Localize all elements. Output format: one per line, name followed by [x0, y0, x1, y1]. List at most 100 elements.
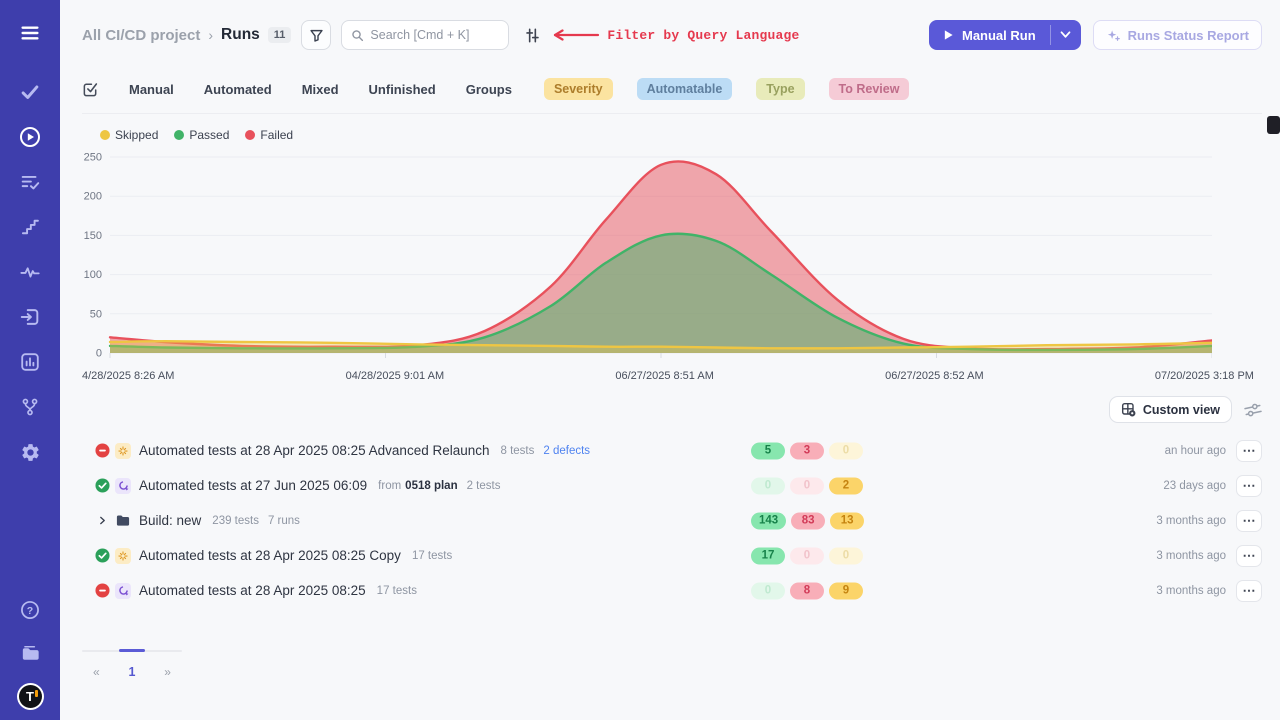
sidebar: ? T: [0, 0, 60, 720]
legend-label: Skipped: [115, 128, 158, 142]
svg-text:250: 250: [84, 152, 102, 164]
defects-link[interactable]: 2 defects: [543, 445, 590, 457]
settings-gear-icon[interactable]: [17, 439, 43, 465]
tab-unfinished[interactable]: Unfinished: [369, 82, 436, 97]
skipped-count-badge: 2: [829, 477, 863, 494]
avatar-letter: T: [26, 689, 34, 704]
sidebar-nav: [17, 79, 43, 465]
run-row[interactable]: Automated tests at 28 Apr 2025 08:25 Cop…: [82, 538, 1262, 573]
passed-count-badge: 5: [751, 442, 785, 459]
x-axis-label: 07/20/2025 3:18 PM: [1155, 370, 1254, 382]
run-meta-text: 17 tests: [412, 550, 452, 562]
manual-run-dropdown[interactable]: [1051, 20, 1081, 50]
custom-view-button[interactable]: Custom view: [1109, 396, 1232, 423]
passed-circle-icon: [94, 548, 110, 564]
integrations-icon[interactable]: [17, 394, 43, 420]
query-filters-icon[interactable]: [524, 27, 541, 44]
chart-x-axis: 4/28/2025 8:26 AM04/28/2025 9:01 AM06/27…: [82, 370, 1254, 382]
tab-automated[interactable]: Automated: [204, 82, 272, 97]
help-icon[interactable]: ?: [17, 597, 43, 623]
play-icon: [943, 29, 954, 41]
pagination-active-indicator: [119, 649, 145, 652]
header-actions: Manual Run Runs Status Report: [929, 20, 1262, 50]
run-row[interactable]: Automated tests at 27 Jun 2025 06:09from…: [82, 468, 1262, 503]
inbox-icon[interactable]: [17, 304, 43, 330]
more-options-button[interactable]: ⋯: [1236, 545, 1262, 567]
more-options-button[interactable]: ⋯: [1236, 475, 1262, 497]
annotation-text: Filter by Query Language: [607, 28, 799, 43]
filter-pill-automatable[interactable]: Automatable: [637, 78, 733, 100]
run-meta: 239 tests7 runs: [212, 515, 300, 527]
folder-icon: [115, 513, 131, 529]
run-row[interactable]: Automated tests at 28 Apr 2025 08:25 Adv…: [82, 433, 1262, 468]
scrollbar-thumb[interactable]: [1267, 116, 1280, 134]
pagination-track: [82, 650, 182, 652]
failed-count-badge: 0: [790, 547, 824, 564]
manual-run-button[interactable]: Manual Run: [929, 20, 1050, 50]
run-row[interactable]: Automated tests at 28 Apr 2025 08:2517 t…: [82, 573, 1262, 608]
filter-pill-severity[interactable]: Severity: [544, 78, 613, 100]
filter-funnel-button[interactable]: [301, 20, 331, 50]
workspace-avatar[interactable]: T: [17, 683, 44, 710]
tab-manual[interactable]: Manual: [129, 82, 174, 97]
passed-count-badge: 143: [751, 512, 786, 529]
chart-legend: Skipped Passed Failed: [100, 128, 1262, 142]
more-options-button[interactable]: ⋯: [1236, 440, 1262, 462]
search-icon: [351, 29, 364, 42]
run-time: an hour ago: [1165, 445, 1226, 457]
analytics-icon[interactable]: [17, 349, 43, 375]
projects-icon[interactable]: [17, 640, 43, 666]
filter-pill-type[interactable]: Type: [756, 78, 804, 100]
legend-item-failed[interactable]: Failed: [245, 128, 293, 142]
tests-check-icon[interactable]: [17, 79, 43, 105]
milestones-icon[interactable]: [17, 214, 43, 240]
search-box[interactable]: [341, 20, 509, 50]
run-row[interactable]: Build: new239 tests7 runs14383133 months…: [82, 503, 1262, 538]
svg-text:50: 50: [90, 308, 102, 320]
test-plans-icon[interactable]: [17, 169, 43, 195]
runs-status-report-button[interactable]: Runs Status Report: [1093, 20, 1262, 50]
failed-count-badge: 8: [790, 582, 824, 599]
failed-count-badge: 3: [790, 442, 824, 459]
run-time: 3 months ago: [1156, 585, 1226, 597]
skipped-count-badge: 13: [830, 512, 864, 529]
passed-count-badge: 0: [751, 477, 785, 494]
breadcrumb-current: Runs: [221, 26, 260, 44]
defects-icon[interactable]: [17, 259, 43, 285]
runs-play-icon[interactable]: [17, 124, 43, 150]
pagination-next-button[interactable]: »: [164, 665, 171, 679]
legend-item-skipped[interactable]: Skipped: [100, 128, 158, 142]
main-content: All CI/CD project › Runs 11 Filter by Qu…: [60, 0, 1280, 720]
avatar-accent: [35, 690, 38, 697]
custom-view-label: Custom view: [1143, 403, 1220, 417]
svg-text:150: 150: [84, 230, 102, 242]
more-options-button[interactable]: ⋯: [1236, 580, 1262, 602]
more-options-button[interactable]: ⋯: [1236, 510, 1262, 532]
failed-count-badge: 0: [790, 477, 824, 494]
run-meta-text: 239 tests: [212, 515, 259, 527]
tab-mixed[interactable]: Mixed: [302, 82, 339, 97]
annotation: Filter by Query Language: [553, 28, 799, 43]
search-input[interactable]: [370, 28, 495, 42]
hamburger-menu-icon[interactable]: [19, 22, 41, 49]
pagination-page-1[interactable]: 1: [129, 665, 136, 679]
legend-label: Passed: [189, 128, 229, 142]
runs-tabs: Manual Automated Mixed Unfinished Groups Sev…: [82, 78, 1262, 114]
chevron-right-icon[interactable]: [94, 513, 110, 529]
select-runs-icon[interactable]: [82, 81, 99, 98]
svg-text:200: 200: [84, 191, 102, 203]
pagination-prev-button[interactable]: «: [93, 665, 100, 679]
x-axis-label: 4/28/2025 8:26 AM: [82, 370, 174, 382]
run-count-badges: 530: [751, 442, 863, 459]
legend-item-passed[interactable]: Passed: [174, 128, 229, 142]
view-sliders-icon[interactable]: [1243, 400, 1264, 419]
breadcrumb-project[interactable]: All CI/CD project: [82, 27, 200, 44]
filter-pill-to-review[interactable]: To Review: [829, 78, 910, 100]
runs-area-chart: 250200150100500: [82, 151, 1212, 363]
run-title: Automated tests at 28 Apr 2025 08:25 Cop…: [139, 548, 401, 563]
runs-count-badge: 11: [268, 27, 292, 43]
run-time: 23 days ago: [1163, 480, 1226, 492]
tab-groups[interactable]: Groups: [466, 82, 512, 97]
runs-chart-section: SkippedPassedFailed 250200150100500 4/28…: [82, 128, 1262, 382]
automation-icon: [115, 478, 131, 494]
